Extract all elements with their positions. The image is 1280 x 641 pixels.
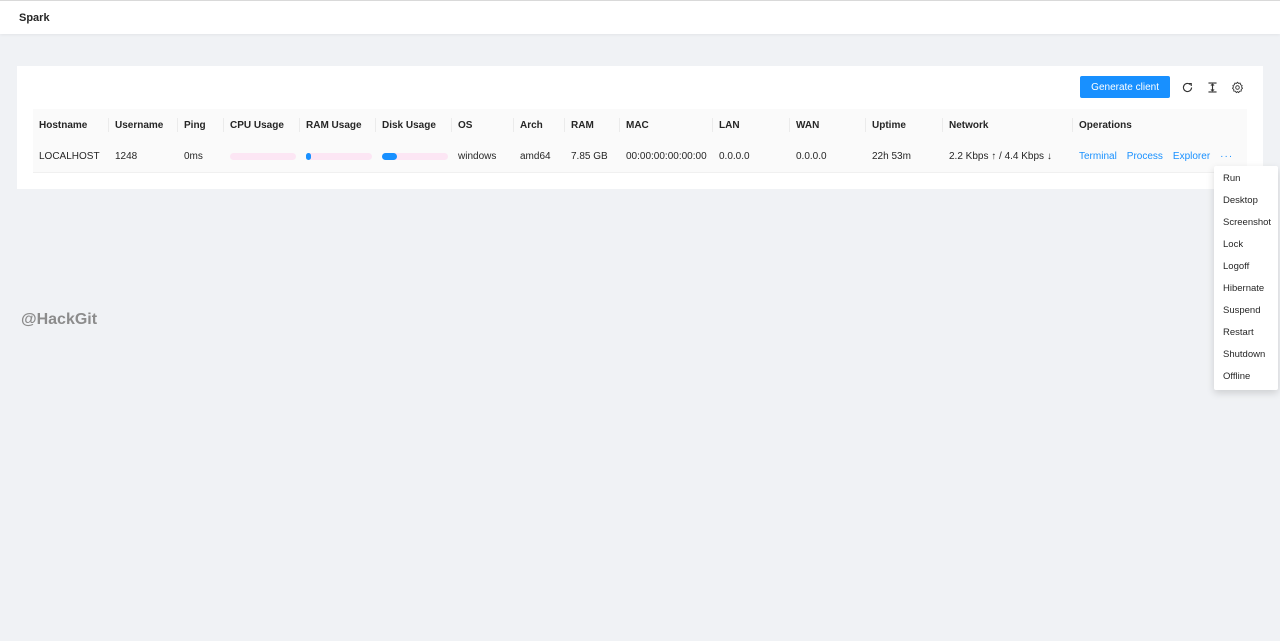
col-arch[interactable]: Arch <box>514 109 565 141</box>
menu-item-shutdown[interactable]: Shutdown <box>1214 344 1278 366</box>
col-disk-usage[interactable]: Disk Usage <box>376 109 452 141</box>
process-link[interactable]: Process <box>1127 151 1163 162</box>
col-wan[interactable]: WAN <box>790 109 866 141</box>
col-os[interactable]: OS <box>452 109 514 141</box>
cell-username: 1248 <box>109 141 178 173</box>
col-lan[interactable]: LAN <box>713 109 790 141</box>
cell-mac: 00:00:00:00:00:00 <box>620 141 713 173</box>
reload-icon[interactable] <box>1179 79 1195 95</box>
col-cpu-usage[interactable]: CPU Usage <box>224 109 300 141</box>
column-height-icon[interactable] <box>1204 79 1220 95</box>
col-mac[interactable]: MAC <box>620 109 713 141</box>
cell-cpu-usage <box>224 141 300 173</box>
col-uptime[interactable]: Uptime <box>866 109 943 141</box>
menu-item-offline[interactable]: Offline <box>1214 366 1278 388</box>
cell-wan: 0.0.0.0 <box>790 141 866 173</box>
cell-ram-usage <box>300 141 376 173</box>
cell-os: windows <box>452 141 514 173</box>
cell-ram: 7.85 GB <box>565 141 620 173</box>
app-title: Spark <box>19 12 50 24</box>
menu-item-desktop[interactable]: Desktop <box>1214 190 1278 212</box>
app-window: Spark Generate client Hostname Username … <box>0 0 1280 641</box>
table-toolbar: Generate client <box>1080 76 1245 98</box>
col-ping[interactable]: Ping <box>178 109 224 141</box>
col-ram-usage[interactable]: RAM Usage <box>300 109 376 141</box>
col-hostname[interactable]: Hostname <box>33 109 109 141</box>
cell-disk-usage <box>376 141 452 173</box>
operations-dropdown-menu: Run Desktop Screenshot Lock Logoff Hiber… <box>1214 166 1278 390</box>
watermark-text: @HackGit <box>21 311 98 328</box>
more-ellipsis-icon[interactable]: ··· <box>1220 151 1233 162</box>
cpu-usage-bar <box>230 152 296 160</box>
cell-ping: 0ms <box>178 141 224 173</box>
top-header: Spark <box>0 0 1280 34</box>
cell-hostname: LOCALHOST <box>33 141 109 173</box>
ram-usage-fill <box>306 152 311 160</box>
clients-table: Hostname Username Ping CPU Usage RAM Usa… <box>33 109 1247 173</box>
setting-icon[interactable] <box>1229 79 1245 95</box>
menu-item-screenshot[interactable]: Screenshot <box>1214 212 1278 234</box>
cell-network: 2.2 Kbps ↑ / 4.4 Kbps ↓ <box>943 141 1073 173</box>
menu-item-hibernate[interactable]: Hibernate <box>1214 278 1278 300</box>
disk-usage-bar <box>382 152 448 160</box>
explorer-link[interactable]: Explorer <box>1173 151 1210 162</box>
col-username[interactable]: Username <box>109 109 178 141</box>
col-operations: Operations <box>1073 109 1247 141</box>
cell-lan: 0.0.0.0 <box>713 141 790 173</box>
disk-usage-fill <box>382 152 397 160</box>
menu-item-logoff[interactable]: Logoff <box>1214 256 1278 278</box>
menu-item-run[interactable]: Run <box>1214 168 1278 190</box>
cell-arch: amd64 <box>514 141 565 173</box>
menu-item-suspend[interactable]: Suspend <box>1214 300 1278 322</box>
terminal-link[interactable]: Terminal <box>1079 151 1117 162</box>
menu-item-lock[interactable]: Lock <box>1214 234 1278 256</box>
ram-usage-bar <box>306 152 372 160</box>
col-ram[interactable]: RAM <box>565 109 620 141</box>
clients-card: Generate client Hostname Username Ping C… <box>17 66 1263 189</box>
col-network[interactable]: Network <box>943 109 1073 141</box>
cell-uptime: 22h 53m <box>866 141 943 173</box>
generate-client-button[interactable]: Generate client <box>1080 76 1170 98</box>
menu-item-restart[interactable]: Restart <box>1214 322 1278 344</box>
table-header-row: Hostname Username Ping CPU Usage RAM Usa… <box>33 109 1247 141</box>
table-row: LOCALHOST 1248 0ms windows amd64 7.85 GB… <box>33 141 1247 173</box>
